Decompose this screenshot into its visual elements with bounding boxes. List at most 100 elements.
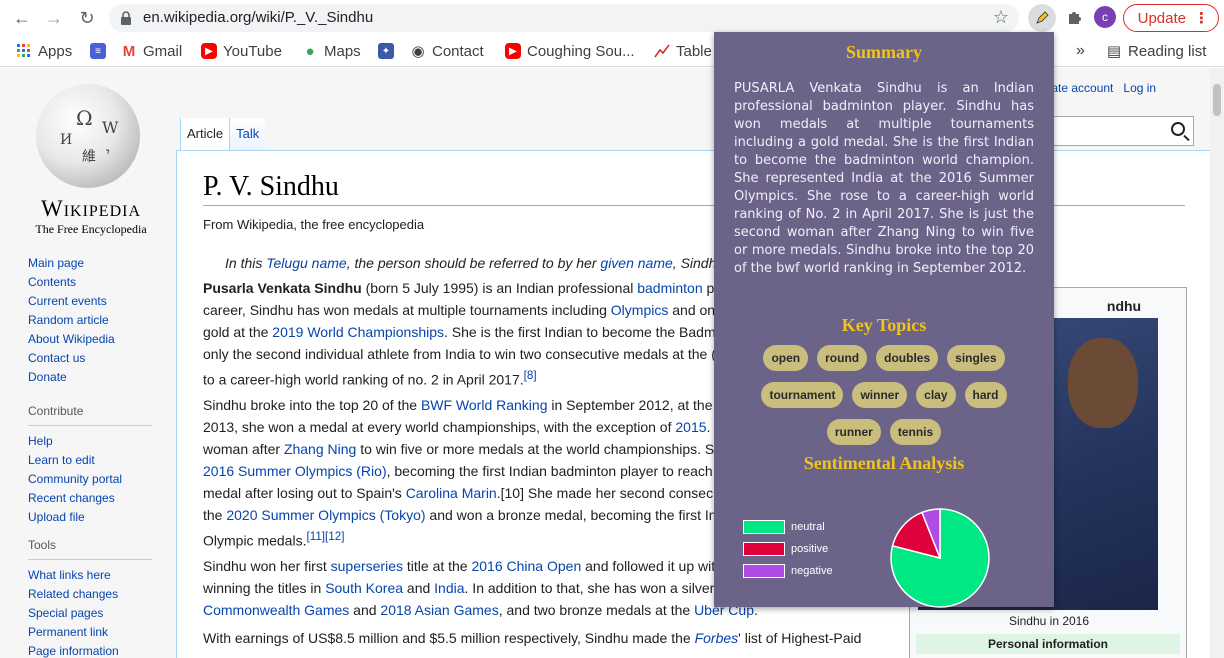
text: .[10] She made her second consecu — [496, 485, 721, 501]
link[interactable]: 2018 Asian Games — [380, 602, 498, 618]
legend-label: negative — [791, 565, 833, 577]
link[interactable]: Zhang Ning — [284, 441, 356, 457]
page-tabs: Article Talk — [180, 118, 266, 150]
scrollbar-thumb[interactable] — [1213, 84, 1221, 116]
bookmark-apps[interactable]: Apps — [16, 41, 72, 61]
sidebar-item-learn-to-edit[interactable]: Learn to edit — [28, 451, 152, 470]
bookmark-contact[interactable]: ◉ Contact — [410, 41, 484, 61]
text: in September 2012, at the — [547, 397, 713, 413]
sidebar-item-main-page[interactable]: Main page — [28, 254, 115, 273]
search-input[interactable] — [1030, 116, 1194, 146]
sidebar-item-help[interactable]: Help — [28, 432, 152, 451]
maps-icon: ● — [305, 42, 315, 60]
link-telugu-name[interactable]: Telugu name — [266, 255, 346, 271]
sidebar-item-contents[interactable]: Contents — [28, 273, 115, 292]
text: Olympic medals. — [203, 532, 307, 549]
topic-chip[interactable]: tennis — [889, 419, 942, 445]
search-icon[interactable] — [1171, 122, 1185, 136]
link[interactable]: badminton — [637, 280, 702, 296]
citation-link[interactable]: [8] — [524, 369, 537, 382]
link[interactable]: South Korea — [325, 580, 403, 596]
link[interactable]: Olympics — [611, 302, 669, 318]
more-bookmarks-chevron[interactable]: » — [1076, 41, 1085, 61]
sentiment-pie-chart — [890, 508, 990, 608]
forward-arrow-icon[interactable]: → — [42, 6, 66, 30]
sidebar-item-current-events[interactable]: Current events — [28, 292, 115, 311]
reading-list-label: Reading list — [1128, 42, 1207, 60]
link[interactable]: 2016 China Open — [471, 558, 581, 574]
extensions-puzzle-icon[interactable] — [1060, 4, 1088, 32]
tab-article[interactable]: Article — [180, 118, 230, 150]
legend-item-neutral[interactable]: neutral — [743, 516, 833, 538]
link[interactable]: Forbes — [695, 630, 739, 646]
update-button[interactable]: Update ⋮ — [1123, 4, 1219, 32]
log-in-link[interactable]: Log in — [1123, 81, 1156, 95]
topic-chip[interactable]: runner — [826, 419, 881, 445]
link[interactable]: 2019 World Championships — [272, 324, 444, 340]
bookmark-docs[interactable]: ≡ — [90, 41, 106, 61]
sidebar-item-related-changes[interactable]: Related changes — [28, 585, 152, 604]
bookmark-coughing[interactable]: ▶ Coughing Sou... — [505, 41, 635, 61]
profile-avatar[interactable]: c — [1094, 6, 1116, 28]
topic-chip[interactable]: winner — [852, 382, 908, 408]
link[interactable]: superseries — [331, 558, 403, 574]
tab-talk[interactable]: Talk — [229, 118, 266, 150]
sidebar-item-special-pages[interactable]: Special pages — [28, 604, 152, 623]
sidebar-item-permanent-link[interactable]: Permanent link — [28, 623, 152, 642]
link[interactable]: BWF World Ranking — [421, 397, 548, 413]
reload-icon[interactable]: ↻ — [75, 6, 99, 30]
legend-item-negative[interactable]: negative — [743, 560, 833, 582]
link[interactable]: Carolina Marin — [406, 485, 497, 501]
topic-chip[interactable]: tournament — [761, 382, 844, 408]
text: to a career-high world ranking of no. 2 … — [203, 371, 524, 388]
sidebar-item-donate[interactable]: Donate — [28, 368, 115, 387]
topic-chip[interactable]: singles — [947, 345, 1005, 371]
sidebar-item-random-article[interactable]: Random article — [28, 311, 115, 330]
summarizer-extension-icon[interactable] — [1028, 4, 1056, 32]
sidebar-item-about[interactable]: About Wikipedia — [28, 330, 115, 349]
link[interactable]: 2020 Summer Olympics (Tokyo) — [226, 507, 425, 523]
sidebar-item-upload-file[interactable]: Upload file — [28, 508, 152, 527]
bookmark-star-icon[interactable]: ☆ — [993, 7, 1009, 28]
reading-list-button[interactable]: ▤ Reading list — [1106, 41, 1206, 61]
sidebar-item-community-portal[interactable]: Community portal — [28, 470, 152, 489]
globe-icon: ◉ — [411, 43, 425, 60]
wikipedia-logo[interactable]: Ω W И 維 י Wikipedia The Free Encyclopedi… — [26, 82, 156, 236]
youtube-icon: ▶ — [201, 43, 217, 59]
bookmark-label: Contact — [432, 42, 484, 60]
bookmark-gmail[interactable]: M Gmail — [121, 41, 182, 61]
text: , and two bronze medals at the — [498, 602, 695, 618]
legend-item-positive[interactable]: positive — [743, 538, 833, 560]
summary-text: PUSARLA Venkata Sindhu is an Indian prof… — [734, 81, 1034, 276]
sidebar-item-contact[interactable]: Contact us — [28, 349, 115, 368]
page-scrollbar[interactable] — [1210, 68, 1224, 658]
sidebar-item-page-information[interactable]: Page information — [28, 642, 152, 658]
bookmark-table[interactable]: Table — [654, 41, 712, 61]
wordmark: Wikipedia — [40, 196, 142, 221]
address-bar[interactable]: en.wikipedia.org/wiki/P._V._Sindhu ☆ — [109, 4, 1019, 32]
text: and won a bronze medal, becoming the fir… — [425, 507, 717, 523]
sidebar-item-what-links-here[interactable]: What links here — [28, 566, 152, 585]
topic-chip[interactable]: clay — [916, 382, 956, 408]
topic-chip[interactable]: round — [817, 345, 868, 371]
bookmark-youtube[interactable]: ▶ YouTube — [201, 41, 282, 61]
link-given-name[interactable]: given name — [600, 255, 672, 271]
link[interactable]: 2015 — [675, 419, 706, 435]
legend-swatch — [743, 542, 785, 556]
bookmark-thumb[interactable]: ✦ — [378, 41, 394, 61]
topic-chip[interactable]: doubles — [876, 345, 939, 371]
text: and — [349, 602, 381, 618]
infobox-section-header: Personal information — [916, 634, 1180, 654]
sidebar-item-recent-changes[interactable]: Recent changes — [28, 489, 152, 508]
text: Sindhu won her first — [203, 558, 331, 574]
link[interactable]: India — [434, 580, 464, 596]
bookmark-maps[interactable]: ● Maps — [302, 41, 360, 61]
link[interactable]: 2016 Summer Olympics (Rio) — [203, 463, 387, 479]
sentiment-heading: Sentimental Analysis — [803, 453, 965, 473]
citation-link[interactable]: [11][12] — [306, 530, 344, 543]
link[interactable]: Commonwealth Games — [203, 602, 349, 618]
topic-chip[interactable]: open — [763, 345, 809, 371]
text: winning the titles in — [203, 580, 326, 596]
back-arrow-icon[interactable]: ← — [10, 6, 34, 30]
topic-chip[interactable]: hard — [964, 382, 1007, 408]
